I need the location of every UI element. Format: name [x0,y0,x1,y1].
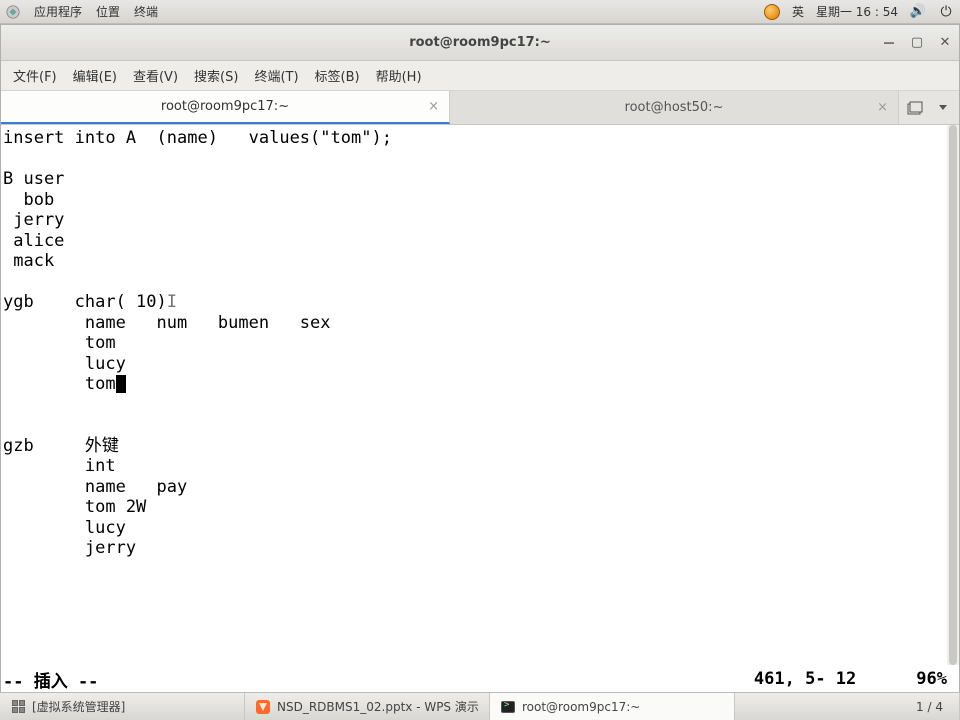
terminal-icon [500,699,516,715]
vim-position: 461, 5- 12 [754,669,856,689]
ime-indicator[interactable]: 英 [792,3,804,20]
workspace-pager[interactable]: 1 / 4 [900,693,960,720]
vm-icon [10,699,26,715]
menu-places[interactable]: 位置 [96,3,120,20]
menu-file[interactable]: 文件(F) [5,62,65,89]
vim-mode: -- 插入 -- [3,667,98,692]
task-label: [虚拟系统管理器] [32,698,125,715]
system-icon [6,5,20,19]
tab-menu-dropdown[interactable] [934,99,952,117]
task-wps[interactable]: NSD_RDBMS1_02.pptx - WPS 演示 [245,693,490,720]
tabbar: root@room9pc17:~ × root@host50:~ × [1,91,959,125]
terminal-area[interactable]: insert into A (name) values("tom"); B us… [1,125,959,695]
window-title: root@room9pc17:~ [409,35,551,50]
chevron-down-icon [939,105,947,110]
terminal-window: root@room9pc17:~ － ▢ ✕ 文件(F) 编辑(E) 查看(V)… [0,24,960,696]
volume-icon[interactable] [910,4,926,20]
scrollbar-thumb[interactable] [949,125,957,665]
tab-1[interactable]: root@room9pc17:~ × [1,91,450,124]
menu-view[interactable]: 查看(V) [125,62,186,89]
tab-label: root@room9pc17:~ [161,99,289,114]
power-icon[interactable] [938,4,954,20]
task-label: NSD_RDBMS1_02.pptx - WPS 演示 [277,698,479,715]
terminal-text[interactable]: insert into A (name) values("tom"); B us… [3,128,947,665]
menu-search[interactable]: 搜索(S) [186,62,246,89]
tab-2[interactable]: root@host50:~ × [450,91,899,124]
clock[interactable]: 星期一 16 : 54 [816,3,898,20]
window-titlebar[interactable]: root@room9pc17:~ － ▢ ✕ [1,25,959,61]
menu-terminal-item[interactable]: 终端(T) [246,62,306,89]
new-tab-icon[interactable] [906,99,924,117]
wps-icon [255,699,271,715]
menubar: 文件(F) 编辑(E) 查看(V) 搜索(S) 终端(T) 标签(B) 帮助(H… [1,61,959,91]
workspace-label: 1 / 4 [916,700,943,714]
mouse-text-caret: I [167,292,177,312]
vim-scroll-percent: 96% [916,669,947,689]
bottom-taskbar: [虚拟系统管理器] NSD_RDBMS1_02.pptx - WPS 演示 ro… [0,692,960,720]
tab-close-icon[interactable]: × [428,99,439,114]
close-button[interactable]: ✕ [937,35,953,51]
task-terminal[interactable]: root@room9pc17:~ [490,693,735,720]
task-vm-manager[interactable]: [虚拟系统管理器] [0,693,245,720]
tab-close-icon[interactable]: × [877,100,888,115]
task-label: root@room9pc17:~ [522,700,640,714]
maximize-button[interactable]: ▢ [909,35,925,51]
text-cursor [116,375,126,393]
menu-help[interactable]: 帮助(H) [368,62,430,89]
vim-statusline: -- 插入 -- 461, 5- 12 96% [3,667,947,691]
notification-icon[interactable] [764,4,780,20]
tab-label: root@host50:~ [625,100,724,115]
menu-applications[interactable]: 应用程序 [34,3,82,20]
minimize-button[interactable]: － [881,35,897,51]
top-panel: 应用程序 位置 终端 英 星期一 16 : 54 [0,0,960,24]
menu-terminal[interactable]: 终端 [134,3,158,20]
menu-tabs[interactable]: 标签(B) [307,62,368,89]
scrollbar[interactable] [947,125,959,665]
menu-edit[interactable]: 编辑(E) [65,62,125,89]
